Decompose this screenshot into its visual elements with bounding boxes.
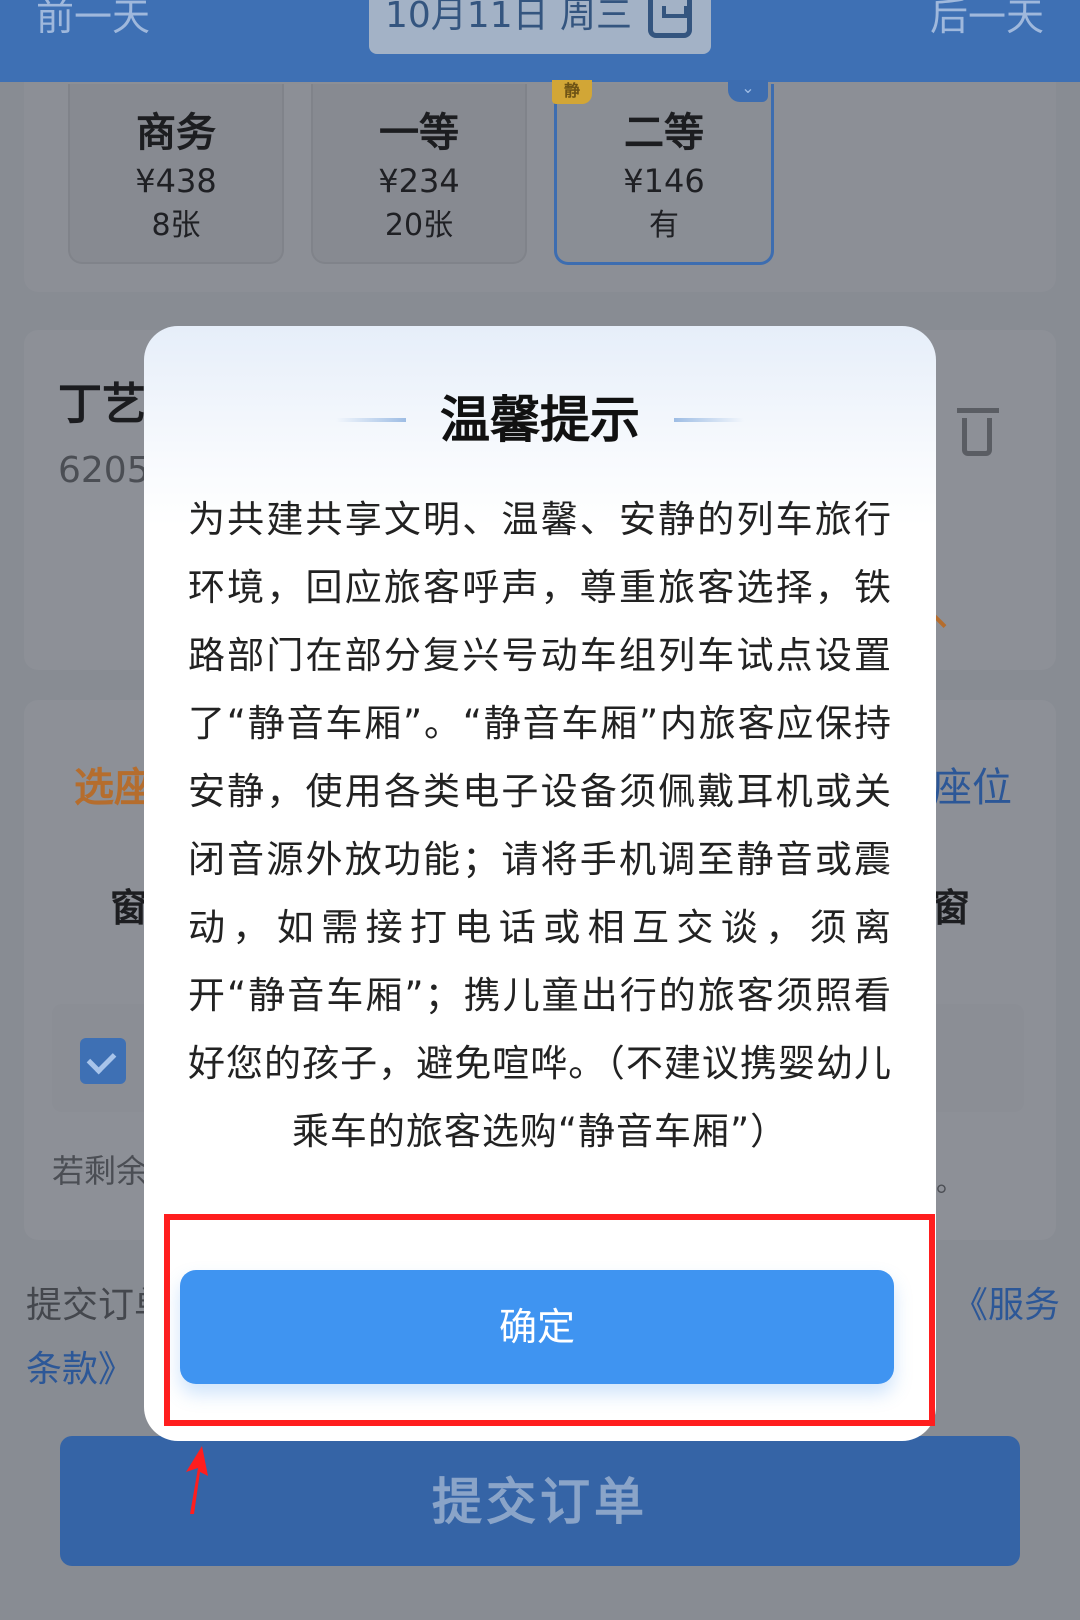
seat-name: 商务 (136, 110, 216, 156)
dialog-body-scroll[interactable]: 为共建共享文明、温馨、安静的列车旅行环境，回应旅客呼声，尊重旅客选择，铁路部门在… (160, 480, 920, 1208)
seat-price: ¥146 (623, 162, 705, 200)
selected-check-icon: ⌄ (728, 80, 768, 102)
seat-count: 有 (649, 208, 679, 243)
seat-count: 20张 (384, 208, 454, 243)
seat-count: 8张 (151, 208, 201, 243)
confirm-button[interactable]: 确定 (180, 1270, 894, 1384)
seat-card-second[interactable]: 二等 ¥146 有 (554, 84, 774, 265)
next-day-button[interactable]: 后一天 (930, 0, 1044, 40)
choose-seat-link[interactable]: 座位 (932, 755, 1012, 813)
passenger-id: 6205 (58, 450, 150, 491)
prev-day-button[interactable]: 前一天 (36, 0, 150, 40)
service-terms-link[interactable]: 《服务 (952, 1276, 1060, 1328)
quiet-carriage-badge: 静 (552, 80, 592, 104)
annotation-arrow-icon (186, 1446, 208, 1514)
window-seat-left: 窗 (110, 886, 149, 930)
option-checkbox[interactable] (80, 1038, 126, 1084)
seat-name: 二等 (624, 110, 704, 156)
seat-card-first[interactable]: 一等 ¥234 20张 (311, 84, 527, 264)
seat-price: ¥438 (135, 162, 217, 200)
dialog-body-text: 为共建共享文明、温馨、安静的列车旅行环境，回应旅客呼声，尊重旅客选择，铁路部门在… (188, 498, 892, 1153)
calendar-icon[interactable] (648, 0, 692, 38)
dialog-title: 温馨提示 (440, 391, 640, 449)
seat-name: 一等 (379, 110, 459, 156)
window-seat-right: 窗 (932, 886, 971, 930)
remaining-note: 若剩余 (52, 1152, 149, 1190)
title-decoration-right (674, 418, 744, 422)
seat-selection-label: 选座 (74, 765, 154, 811)
seat-price: ¥234 (378, 162, 460, 200)
service-terms-link-cont[interactable]: 条款》 (26, 1340, 134, 1392)
seat-card-business[interactable]: 商务 ¥438 8张 (68, 84, 284, 264)
remaining-note-end: 。 (936, 1165, 965, 1198)
